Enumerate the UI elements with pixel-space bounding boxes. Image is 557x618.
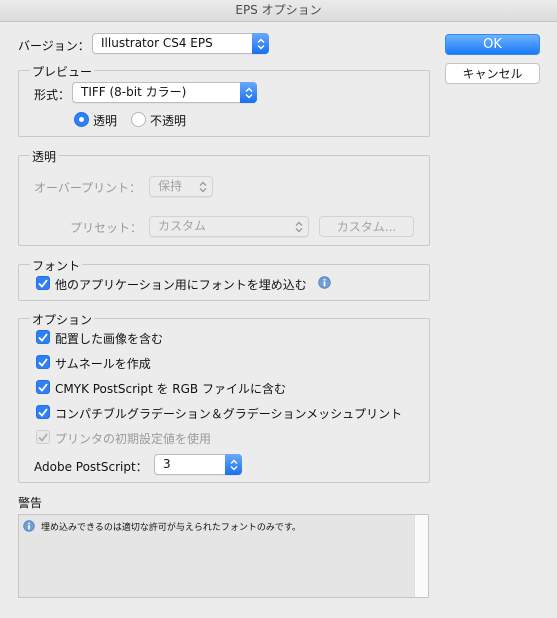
- warning-title: 警告: [18, 496, 43, 510]
- format-select[interactable]: TIFF (8-bit カラー): [72, 82, 257, 103]
- select-arrows-icon: [294, 220, 304, 233]
- transparent-radio-label: 透明: [93, 114, 118, 128]
- preset-select[interactable]: カスタム: [149, 216, 309, 237]
- format-value: TIFF (8-bit カラー): [81, 85, 187, 99]
- warning-message: 埋め込みできるのは適切な許可が与えられたフォントのみです。: [41, 523, 301, 533]
- options-legend: オプション: [30, 311, 95, 328]
- printer-defaults-checkbox[interactable]: [36, 430, 50, 444]
- postscript-level-value: 3: [163, 457, 171, 471]
- version-select[interactable]: Illustrator CS4 EPS: [92, 33, 269, 54]
- select-arrows-icon: [240, 82, 257, 103]
- overprint-select[interactable]: 保持: [149, 176, 213, 197]
- embed-fonts-checkbox[interactable]: [36, 276, 50, 290]
- transparent-radio[interactable]: [74, 112, 89, 127]
- overprint-label: オーバープリント：: [34, 181, 142, 195]
- postscript-level-select[interactable]: 3: [154, 454, 242, 475]
- info-icon: [23, 520, 35, 532]
- preset-label: プリセット：: [70, 221, 143, 235]
- warning-box: 埋め込みできるのは適切な許可が与えられたフォントのみです。: [18, 514, 429, 598]
- thumbnail-checkbox[interactable]: [36, 355, 50, 369]
- warning-scrollbar[interactable]: [414, 515, 428, 597]
- select-arrows-icon: [225, 454, 242, 475]
- embed-fonts-label: 他のアプリケーション用にフォントを埋め込む: [55, 278, 307, 292]
- include-images-checkbox[interactable]: [36, 330, 50, 344]
- cmyk-postscript-label: CMYK PostScript を RGB ファイルに含む: [55, 382, 286, 396]
- version-label: バージョン：: [18, 39, 90, 53]
- preview-legend: プレビュー: [30, 63, 95, 80]
- cancel-button[interactable]: キャンセル: [445, 63, 540, 84]
- opaque-radio[interactable]: [131, 112, 146, 127]
- overprint-value: 保持: [158, 179, 183, 193]
- window-title: EPS オプション: [0, 0, 557, 22]
- compatible-gradient-label: コンパチブルグラデーション＆グラデーションメッシュプリント: [55, 407, 403, 421]
- version-value: Illustrator CS4 EPS: [101, 36, 213, 50]
- cmyk-postscript-checkbox[interactable]: [36, 380, 50, 394]
- printer-defaults-label: プリンタの初期設定値を使用: [55, 432, 212, 446]
- fonts-legend: フォント: [30, 257, 83, 274]
- include-images-label: 配置した画像を含む: [55, 332, 164, 346]
- compatible-gradient-checkbox[interactable]: [36, 405, 50, 419]
- info-icon[interactable]: [318, 276, 331, 289]
- format-label: 形式：: [34, 88, 71, 102]
- preset-value: カスタム: [158, 219, 207, 233]
- select-arrows-icon: [252, 33, 269, 54]
- ok-button[interactable]: OK: [445, 34, 540, 55]
- thumbnail-label: サムネールを作成: [55, 357, 151, 371]
- transparency-legend: 透明: [30, 148, 59, 165]
- opaque-radio-label: 不透明: [150, 114, 187, 128]
- custom-button[interactable]: カスタム...: [319, 216, 414, 237]
- postscript-level-label: Adobe PostScript：: [34, 460, 148, 474]
- select-arrows-icon: [198, 180, 208, 193]
